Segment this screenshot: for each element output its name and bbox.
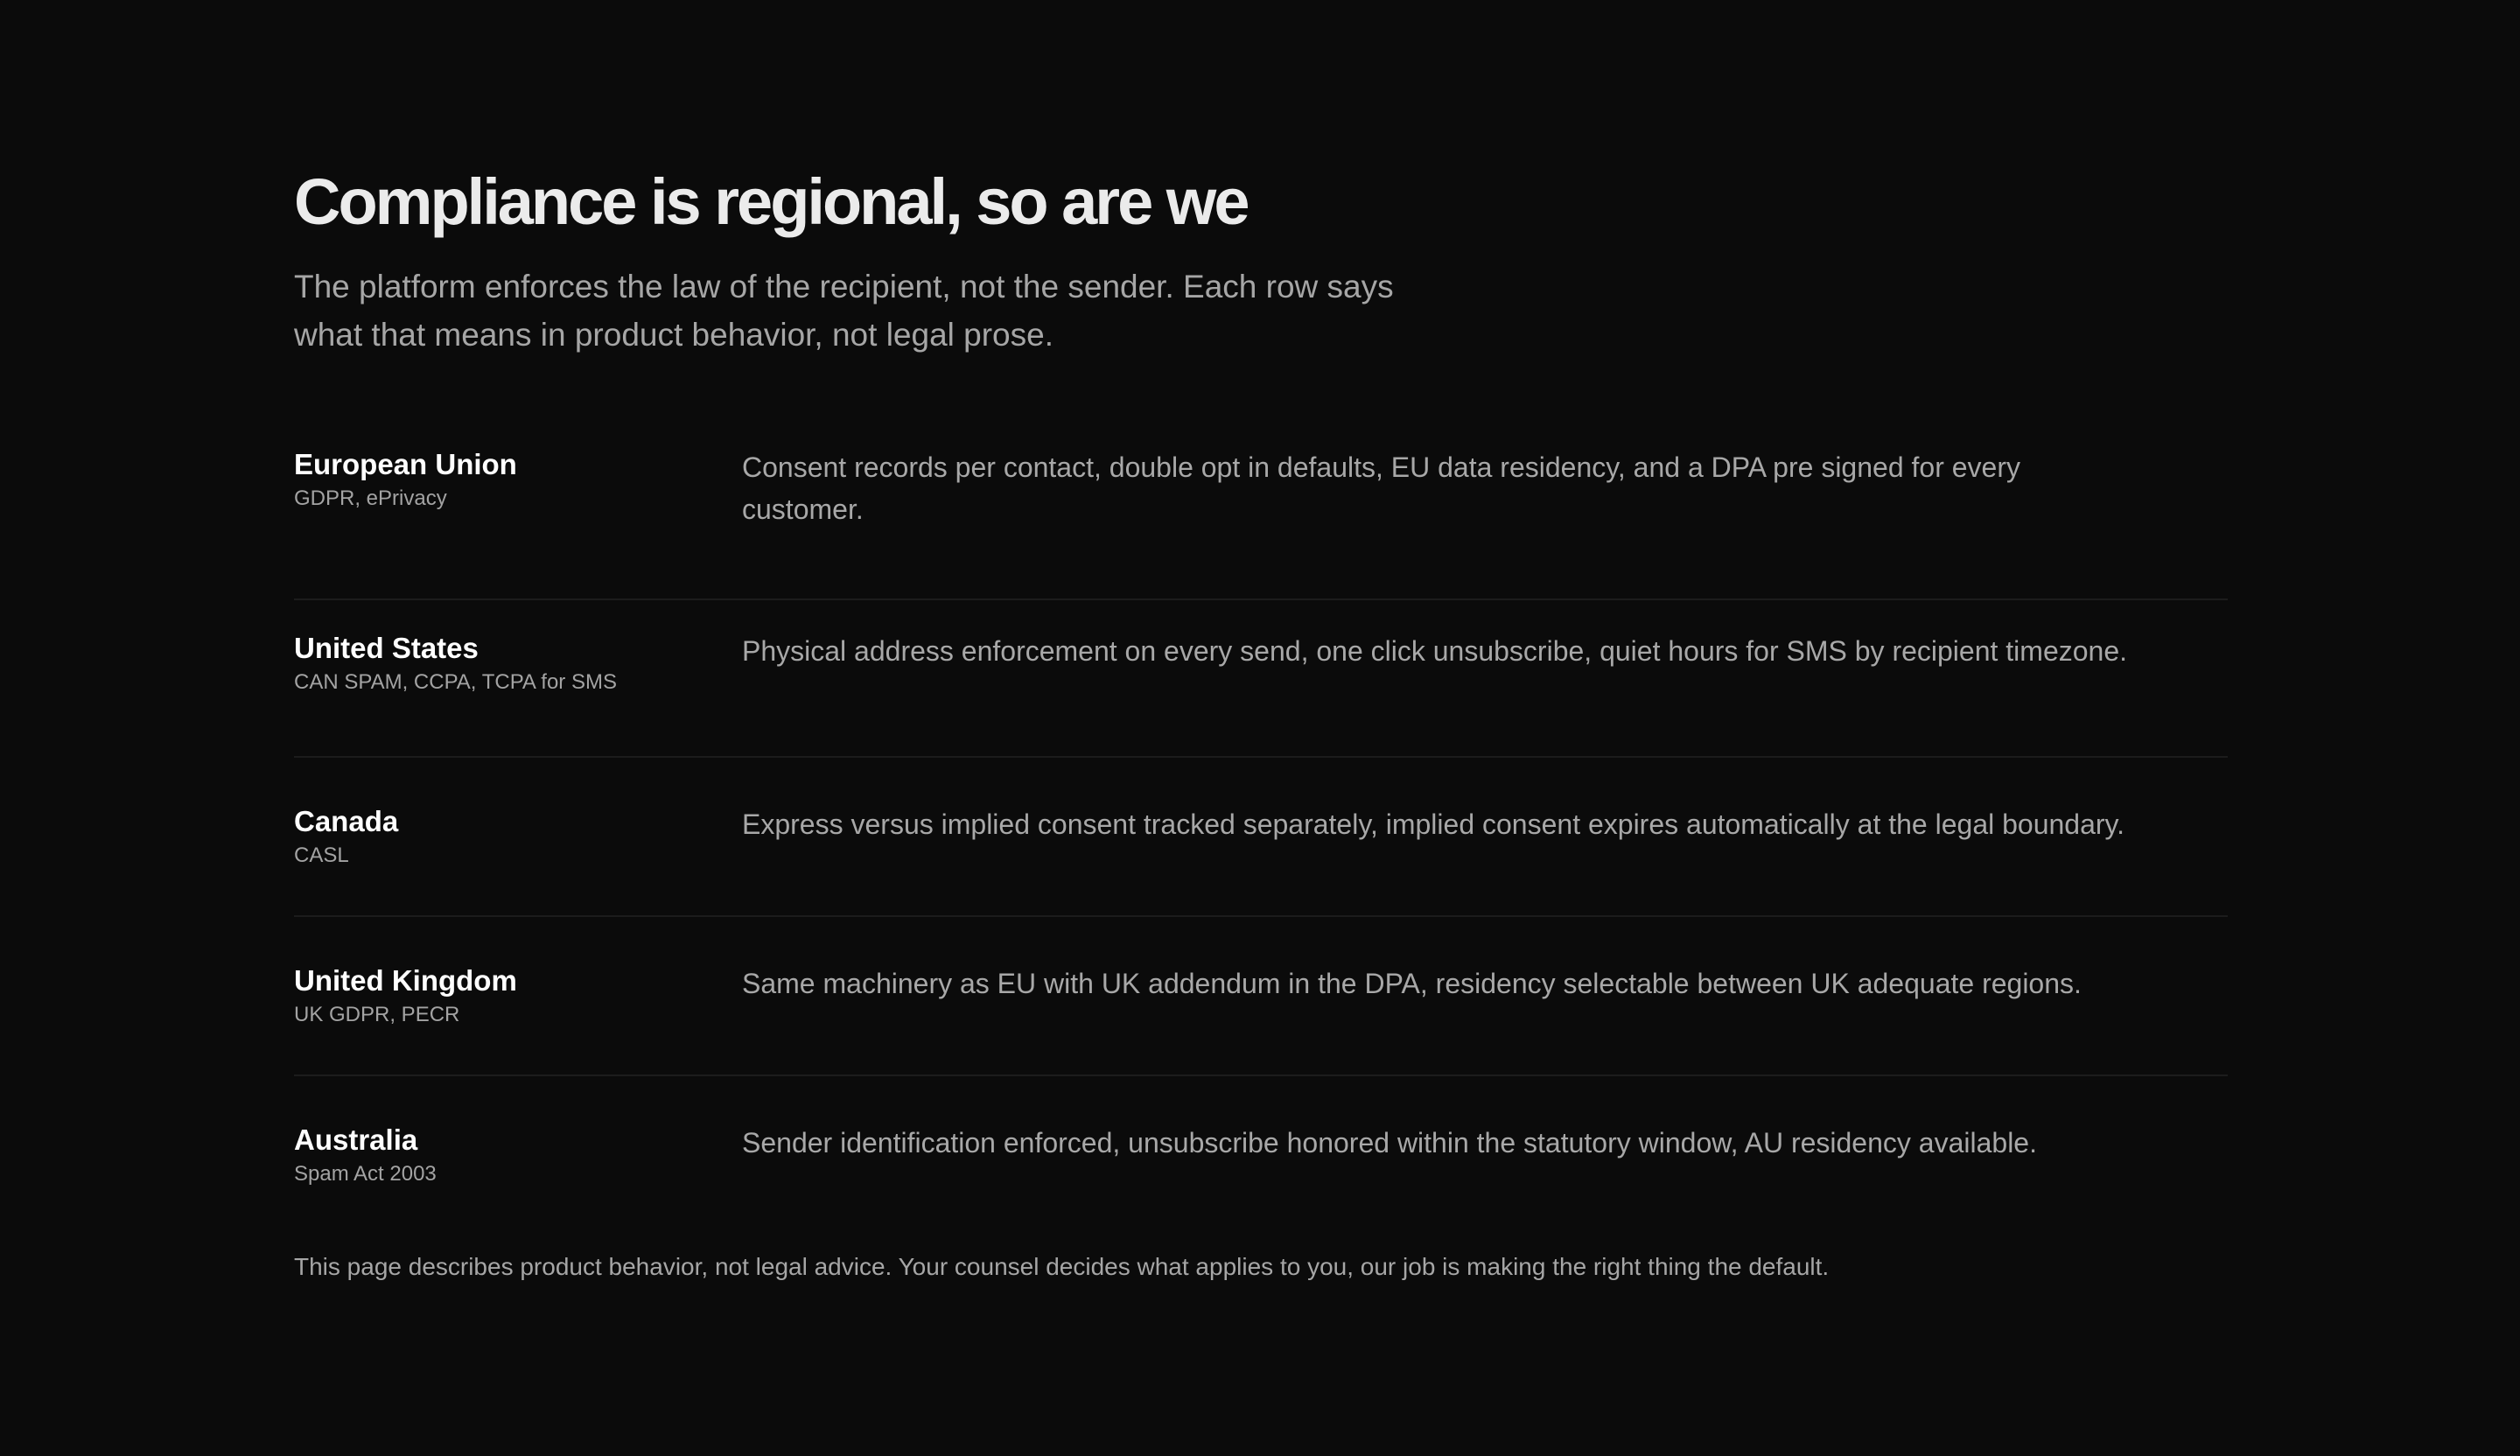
region-laws: CASL — [294, 844, 349, 867]
region-laws: CAN SPAM, CCPA, TCPA for SMS — [294, 670, 617, 694]
region-name: United Kingdom — [294, 964, 517, 997]
region-behavior: Consent records per contact, double opt … — [742, 452, 2020, 525]
region-cell: Canada CASL — [294, 803, 742, 915]
region-behavior: Express versus implied consent tracked s… — [742, 808, 2125, 840]
region-row-us: United States CAN SPAM, CCPA, TCPA for S… — [294, 600, 2228, 758]
region-behavior: Same machinery as EU with UK addendum in… — [742, 968, 2082, 999]
region-laws: GDPR, ePrivacy — [294, 486, 447, 510]
region-cell: United States CAN SPAM, CCPA, TCPA for S… — [294, 614, 742, 756]
page-title: Compliance is regional, so are we — [294, 165, 1250, 238]
region-row-ca: Canada CASL Express versus implied conse… — [294, 758, 2228, 917]
region-name: Canada — [294, 805, 399, 837]
region-row-uk: United Kingdom UK GDPR, PECR Same machin… — [294, 917, 2228, 1076]
region-laws: UK GDPR, PECR — [294, 1003, 460, 1026]
region-row-eu: European Union GDPR, ePrivacy Consent re… — [294, 446, 2228, 600]
regions-table: European Union GDPR, ePrivacy Consent re… — [294, 446, 2228, 1216]
region-behavior: Physical address enforcement on every se… — [742, 635, 2128, 667]
region-cell: United Kingdom UK GDPR, PECR — [294, 962, 742, 1074]
region-name: European Union — [294, 448, 517, 480]
region-behavior: Sender identification enforced, unsubscr… — [742, 1127, 2037, 1158]
region-laws: Spam Act 2003 — [294, 1162, 437, 1186]
region-name: Australia — [294, 1124, 418, 1156]
region-cell: Australia Spam Act 2003 — [294, 1122, 742, 1216]
region-row-au: Australia Spam Act 2003 Sender identific… — [294, 1076, 2228, 1216]
region-cell: European Union GDPR, ePrivacy — [294, 446, 742, 598]
region-name: United States — [294, 632, 479, 664]
page-lede: The platform enforces the law of the rec… — [294, 269, 1394, 353]
compliance-section: Compliance is regional, so are we The pl… — [294, 165, 2228, 1280]
legal-footnote: This page describes product behavior, no… — [294, 1253, 1830, 1280]
